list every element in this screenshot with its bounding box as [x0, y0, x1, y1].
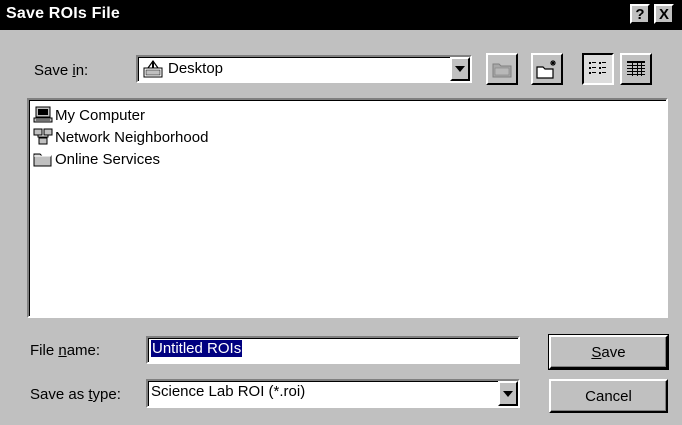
dialog-title: Save ROIs File [6, 5, 120, 22]
title-bar[interactable]: Save ROIs File ? X [0, 0, 682, 30]
close-icon: X [658, 5, 669, 23]
details-view-icon [627, 61, 645, 76]
save-dialog: Save ROIs File ? X Save in: Desktop My C… [0, 0, 682, 425]
file-list[interactable]: My Computer Network Neighborhood Online … [27, 98, 668, 318]
list-view-button[interactable] [582, 53, 614, 85]
save-button-label: Save [591, 343, 626, 361]
save-button[interactable]: Save [548, 334, 669, 370]
cancel-button[interactable]: Cancel [549, 379, 668, 413]
list-item-my-computer[interactable]: My Computer [33, 104, 145, 126]
new-folder-button[interactable] [531, 53, 563, 85]
cancel-button-label: Cancel [585, 387, 632, 405]
close-button[interactable]: X [654, 4, 674, 24]
save-in-dropdown-button[interactable] [450, 57, 470, 81]
folder-icon [33, 153, 52, 167]
my-computer-icon [33, 106, 53, 123]
save-as-type-label: Save as type: [30, 386, 121, 403]
file-name-label: File name: [30, 342, 101, 359]
up-one-level-icon [492, 63, 512, 78]
list-item-network-neighborhood[interactable]: Network Neighborhood [33, 126, 208, 148]
save-as-type-value: Science Lab ROI (*.roi) [151, 383, 306, 400]
chevron-down-icon [455, 66, 465, 72]
desktop-icon [142, 59, 164, 79]
file-name-value: Untitled ROIs [151, 340, 243, 357]
save-as-type-select[interactable]: Science Lab ROI (*.roi) [146, 379, 520, 408]
details-view-button[interactable] [620, 53, 652, 85]
list-item-online-services[interactable]: Online Services [33, 148, 160, 170]
network-neighborhood-icon [33, 128, 53, 145]
list-item-label: Online Services [55, 150, 161, 168]
up-one-level-button[interactable] [486, 53, 518, 85]
help-button[interactable]: ? [630, 4, 650, 24]
new-folder-icon [536, 60, 556, 79]
chevron-down-icon [503, 390, 513, 397]
save-in-label: Save in: [34, 62, 89, 79]
list-view-icon [589, 62, 606, 74]
file-name-field[interactable]: Untitled ROIs [146, 336, 520, 364]
save-in-value: Desktop [168, 60, 224, 77]
help-icon: ? [635, 5, 645, 23]
save-as-type-dropdown-button[interactable] [498, 381, 518, 406]
list-item-label: My Computer [55, 106, 146, 124]
list-item-label: Network Neighborhood [55, 128, 209, 146]
save-in-combo[interactable]: Desktop [136, 55, 472, 83]
